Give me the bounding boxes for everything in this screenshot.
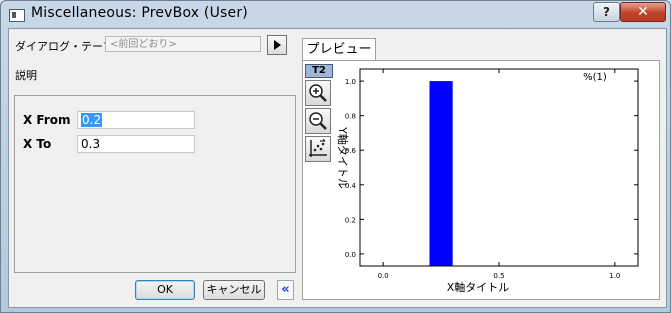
y-tick-label: 1.0: [345, 78, 356, 86]
dialog-window: Miscellaneous: PrevBox (User) ? ✕ ダイアログ・…: [0, 0, 671, 313]
x-tick-label: 0.5: [493, 272, 504, 280]
x-tick-label: 0.0: [378, 272, 389, 280]
layer-tag[interactable]: T2: [305, 64, 333, 78]
ok-button[interactable]: OK: [135, 280, 195, 300]
y-tick-label: 0.4: [345, 182, 357, 190]
y-tick-label: 0.6: [345, 147, 357, 155]
window-title: Miscellaneous: PrevBox (User): [31, 5, 248, 21]
title-bar[interactable]: Miscellaneous: PrevBox (User) ? ✕: [1, 1, 670, 27]
y-tick-label: 0.0: [345, 251, 356, 259]
cancel-button[interactable]: キャンセル: [203, 280, 265, 300]
plot-frame: [359, 68, 639, 267]
x-to-value: 0.3: [81, 137, 101, 151]
x-from-label: X From: [23, 113, 71, 127]
x-to-input[interactable]: 0.3: [77, 135, 195, 153]
x-from-input[interactable]: 0.2: [77, 111, 195, 129]
preview-chart: Y軸タイトル X軸タイトル %(1) 0.0 0.2 0.4 0.6 0.8 1.0 0.0…: [336, 68, 639, 294]
help-button[interactable]: ?: [593, 2, 620, 22]
legend-text: %(1): [583, 72, 607, 83]
collapse-button[interactable]: «: [277, 280, 294, 300]
y-axis-title: Y軸タイトル: [336, 126, 350, 189]
x-from-value: 0.2: [81, 113, 103, 127]
rescale-icon[interactable]: [305, 136, 331, 162]
dialog-body: ダイアログ・テーマ(H) <前回どおり> 説明 X From 0.2 X To …: [8, 28, 667, 308]
y-tick-label: 0.8: [345, 113, 356, 121]
description-label: 説明: [15, 69, 37, 82]
x-tick-label: 1.0: [609, 272, 620, 280]
zoom-out-icon[interactable]: [305, 108, 331, 134]
zoom-in-icon[interactable]: [305, 80, 331, 106]
x-to-label: X To: [23, 137, 52, 151]
parameters-panel: X From 0.2 X To 0.3: [14, 95, 296, 273]
theme-menu-arrow-button[interactable]: [267, 35, 287, 55]
preview-panel: T2 Y軸タイトル X軸タイトル %(1) 0.0 0.2 0.4 0.6 0.8 1.0…: [302, 60, 660, 300]
y-tick-label: 0.2: [345, 216, 356, 224]
dialog-theme-select[interactable]: <前回どおり>: [105, 36, 261, 52]
x-axis-title: X軸タイトル: [447, 280, 510, 294]
tab-preview[interactable]: プレビュー: [302, 38, 376, 60]
close-button[interactable]: ✕: [620, 2, 666, 22]
bar-0: [429, 81, 453, 266]
window-icon: [9, 9, 25, 22]
